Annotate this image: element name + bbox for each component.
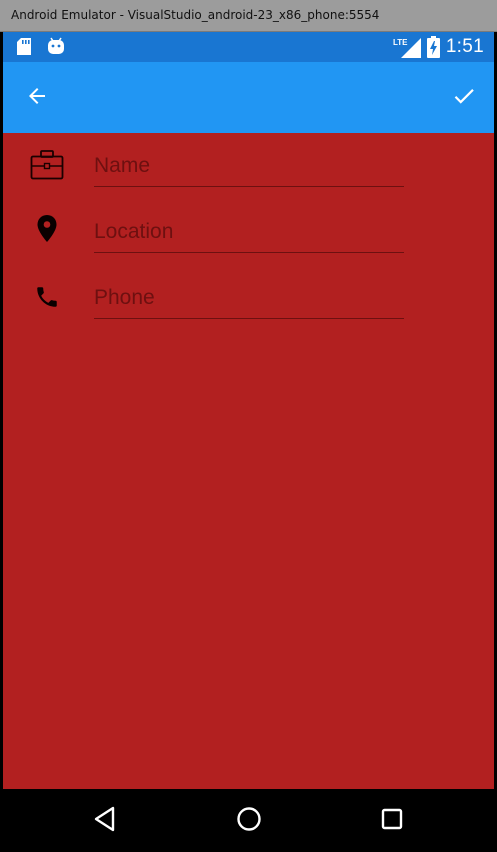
android-icon	[47, 37, 65, 59]
nav-back-button[interactable]	[83, 799, 127, 843]
arrow-back-icon	[25, 84, 49, 112]
name-row	[3, 145, 494, 211]
name-field[interactable]	[94, 147, 404, 187]
location-field[interactable]	[94, 213, 404, 253]
home-circle-icon	[236, 806, 262, 836]
status-time: 1:51	[445, 36, 484, 57]
window-title: Android Emulator - VisualStudio_android-…	[11, 8, 380, 22]
status-bar: LTE 1:51	[3, 32, 494, 62]
lte-label: LTE	[393, 38, 408, 47]
phone-row	[3, 277, 494, 343]
briefcase-icon	[29, 147, 65, 183]
recents-square-icon	[380, 807, 404, 835]
phone-icon	[29, 279, 65, 315]
emulator-window: Android Emulator - VisualStudio_android-…	[0, 0, 497, 852]
system-nav-bar	[3, 789, 494, 850]
form-content	[3, 133, 494, 789]
back-triangle-icon	[93, 806, 117, 836]
check-icon	[451, 83, 477, 113]
app-bar	[3, 62, 494, 133]
window-title-bar: Android Emulator - VisualStudio_android-…	[0, 0, 497, 32]
battery-charging-icon	[427, 36, 440, 62]
nav-recents-button[interactable]	[370, 799, 414, 843]
phone-field[interactable]	[94, 279, 404, 319]
device-screen: LTE 1:51	[3, 32, 494, 850]
sd-card-icon	[17, 38, 31, 59]
location-row	[3, 211, 494, 277]
save-check-button[interactable]	[442, 76, 486, 120]
back-button[interactable]	[15, 76, 59, 120]
lte-signal-icon: LTE	[393, 36, 421, 62]
nav-home-button[interactable]	[227, 799, 271, 843]
location-pin-icon	[29, 211, 65, 247]
